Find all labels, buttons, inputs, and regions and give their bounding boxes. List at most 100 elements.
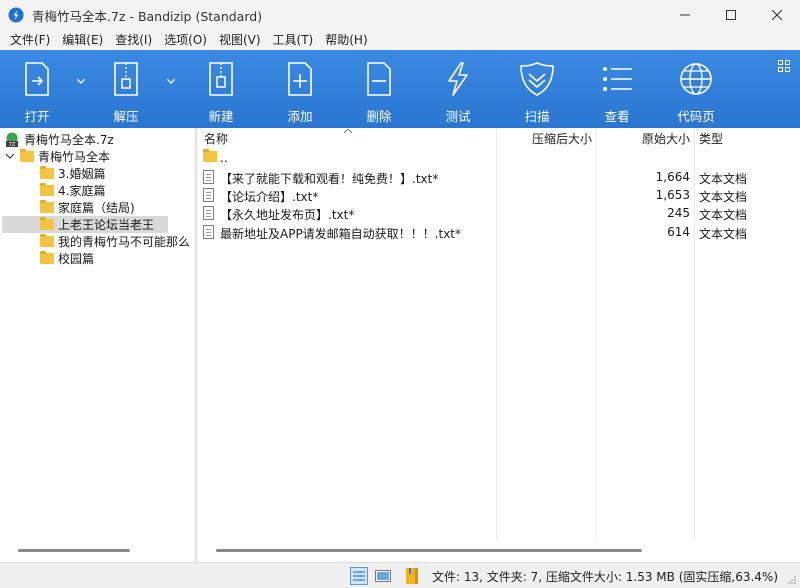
column-header-original-size[interactable]: 原始大小	[642, 128, 690, 150]
tree-folder-label: 青梅竹马全本	[38, 150, 111, 164]
file-original-size: 1,664	[655, 170, 690, 184]
menu-view[interactable]: 视图(V)	[213, 30, 267, 50]
file-name: 【来了就能下载和观看！纯免费！】.txt*	[220, 172, 439, 186]
folder-icon	[40, 234, 54, 247]
tree-item[interactable]: 我的青梅竹马不可能那么	[40, 233, 190, 250]
new-archive-button[interactable]: 新建	[186, 50, 256, 128]
extract-button[interactable]: 解压	[91, 50, 161, 128]
tree-item-label: 我的青梅竹马不可能那么	[58, 235, 191, 249]
menu-bar: 文件(F) 编辑(E) 查找(I) 选项(O) 视图(V) 工具(T) 帮助(H…	[0, 30, 800, 50]
chevron-down-icon	[167, 78, 175, 84]
file-row-parent[interactable]: ..	[198, 149, 800, 168]
tree-item-selected[interactable]: 上老王论坛当老王	[2, 216, 168, 233]
test-icon	[448, 62, 468, 96]
delete-label: 删除	[366, 109, 392, 124]
file-row[interactable]: 【论坛介绍】.txt* 1,653 文本文档	[198, 187, 800, 205]
tree-root-label: 青梅竹马全本.7z	[24, 133, 114, 147]
view-label: 查看	[604, 109, 630, 124]
scrollbar-thumb[interactable]	[216, 549, 642, 552]
tree-item-label: 上老王论坛当老王	[58, 218, 155, 232]
tree-root-archive[interactable]: 7Z 青梅竹马全本.7z	[4, 131, 114, 148]
thumbnail-view-icon[interactable]	[374, 567, 392, 585]
codepage-globe-icon	[680, 63, 712, 95]
extract-icon	[114, 62, 138, 96]
tree-item-label: 校园篇	[58, 252, 95, 266]
delete-button[interactable]: 删除	[344, 50, 414, 128]
menu-file[interactable]: 文件(F)	[4, 30, 56, 50]
scan-button[interactable]: 扫描	[502, 50, 572, 128]
window-title: 青梅竹马全本.7z - Bandizip (Standard)	[32, 8, 263, 24]
status-summary: 文件: 13, 文件夹: 7, 压缩文件大小: 1.53 MB (固实压缩,63…	[432, 570, 778, 584]
tree-horizontal-scrollbar[interactable]	[0, 540, 196, 562]
layout-grid-icon[interactable]	[778, 60, 790, 72]
folder-tree[interactable]: 7Z 青梅竹马全本.7z 青梅竹马全本 3.婚姻篇 4.家庭篇 家庭篇（结局) …	[0, 128, 196, 562]
folder-icon	[40, 217, 54, 230]
scan-shield-icon	[520, 62, 554, 96]
text-document-icon	[203, 225, 214, 239]
new-archive-label: 新建	[208, 109, 234, 124]
add-button[interactable]: 添加	[265, 50, 335, 128]
file-original-size: 1,653	[655, 188, 690, 202]
folder-icon	[40, 200, 54, 213]
archive-7z-icon: 7Z	[6, 132, 18, 148]
tree-item-label: 4.家庭篇	[58, 184, 106, 198]
chevron-down-icon[interactable]	[4, 151, 16, 163]
scrollbar-thumb[interactable]	[18, 549, 130, 552]
folder-icon	[20, 149, 34, 162]
menu-edit[interactable]: 编辑(E)	[56, 30, 109, 50]
svg-text:7Z: 7Z	[9, 142, 16, 148]
menu-tools[interactable]: 工具(T)	[267, 30, 320, 50]
chevron-down-icon	[77, 78, 85, 84]
menu-options[interactable]: 选项(O)	[158, 30, 213, 50]
tree-item[interactable]: 校园篇	[40, 250, 94, 267]
test-button[interactable]: 测试	[423, 50, 493, 128]
tree-item[interactable]: 家庭篇（结局)	[40, 199, 135, 216]
archive-book-icon[interactable]	[403, 567, 421, 585]
menu-help[interactable]: 帮助(H)	[319, 30, 373, 50]
column-header-type[interactable]: 类型	[699, 128, 723, 150]
codepage-label: 代码页	[677, 109, 715, 124]
tree-item[interactable]: 4.家庭篇	[40, 182, 105, 199]
file-type: 文本文档	[699, 190, 748, 204]
text-document-icon	[203, 188, 214, 202]
tree-item[interactable]: 3.婚姻篇	[40, 165, 105, 182]
scan-label: 扫描	[524, 109, 550, 124]
toolbar: 打开 解压 新建 添加 删除 测试 扫描 查看 代码页	[0, 50, 800, 128]
folder-icon	[40, 166, 54, 179]
file-name: 【永久地址发布页】.txt*	[220, 208, 355, 222]
folder-icon	[40, 183, 54, 196]
test-label: 测试	[445, 109, 471, 124]
details-view-icon[interactable]	[350, 567, 368, 585]
file-row[interactable]: 【来了就能下载和观看！纯免费！】.txt* 1,664 文本文档	[198, 169, 800, 187]
close-button[interactable]	[754, 0, 800, 30]
extract-dropdown[interactable]	[164, 74, 178, 88]
file-row[interactable]: 最新地址及APP请发邮箱自动获取！！！.txt* 614 文本文档	[198, 224, 800, 242]
column-header-compressed-size[interactable]: 压缩后大小	[532, 128, 592, 150]
tree-item-label: 家庭篇（结局)	[58, 201, 135, 215]
open-label: 打开	[24, 109, 50, 124]
file-type: 文本文档	[699, 227, 748, 241]
close-icon	[772, 10, 782, 20]
file-row[interactable]: 【永久地址发布页】.txt* 245 文本文档	[198, 205, 800, 223]
file-list-horizontal-scrollbar[interactable]	[198, 540, 800, 562]
view-button[interactable]: 查看	[582, 50, 652, 128]
tree-folder-root[interactable]: 青梅竹马全本	[4, 148, 110, 165]
open-dropdown[interactable]	[74, 74, 88, 88]
resize-grip-icon[interactable]	[787, 575, 797, 585]
file-name: 【论坛介绍】.txt*	[220, 190, 319, 204]
file-name: 最新地址及APP请发邮箱自动获取！！！.txt*	[220, 227, 462, 241]
bandizip-app-icon	[8, 7, 24, 23]
file-type: 文本文档	[699, 208, 748, 222]
folder-up-icon	[203, 149, 217, 162]
codepage-button[interactable]: 代码页	[661, 50, 731, 128]
minimize-button[interactable]	[662, 0, 708, 30]
menu-find[interactable]: 查找(I)	[109, 30, 158, 50]
maximize-button[interactable]	[708, 0, 754, 30]
view-list-icon	[603, 67, 632, 91]
maximize-icon	[726, 10, 736, 20]
column-header-name[interactable]: 名称	[204, 128, 228, 150]
file-list[interactable]: 名称 压缩后大小 原始大小 类型 .. 【来了就能下载和观看！纯免费！】.txt…	[198, 128, 800, 562]
open-button[interactable]: 打开	[2, 50, 72, 128]
text-document-icon	[203, 206, 214, 220]
new-archive-icon	[209, 62, 233, 96]
